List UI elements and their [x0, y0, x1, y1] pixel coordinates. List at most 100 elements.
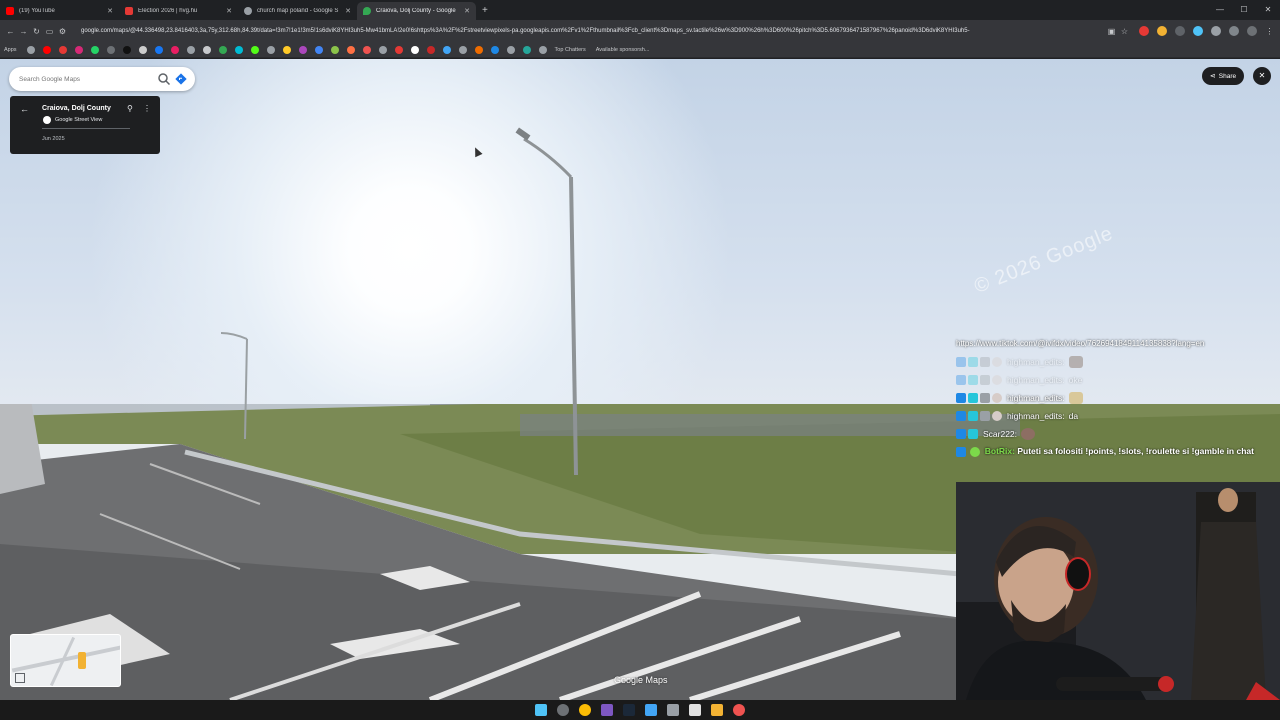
pegman-icon[interactable]	[78, 652, 86, 669]
badge-icon	[956, 411, 966, 421]
share-button[interactable]: ⋖ Share	[1202, 67, 1244, 85]
reload-button[interactable]: ↻	[30, 27, 43, 36]
back-arrow-icon[interactable]: ←	[20, 104, 29, 114]
minimap[interactable]	[10, 634, 121, 687]
bookmark-icon[interactable]	[106, 45, 115, 54]
badge-icon	[956, 375, 966, 385]
close-street-view-button[interactable]: ✕	[1253, 67, 1271, 85]
close-icon[interactable]: ✕	[464, 7, 470, 15]
location-pin-icon[interactable]: ⚲	[127, 104, 133, 113]
tab-youtube[interactable]: (19) YouTube ✕	[0, 2, 119, 20]
expand-map-icon[interactable]	[15, 673, 25, 683]
bookmark-icon[interactable]	[202, 45, 211, 54]
kick-icon[interactable]	[250, 45, 259, 54]
whatsapp-icon[interactable]	[90, 45, 99, 54]
search-box[interactable]	[9, 67, 195, 91]
maximize-button[interactable]: ☐	[1232, 0, 1256, 20]
bookmark-icon[interactable]	[474, 45, 483, 54]
profile-avatar[interactable]	[1247, 26, 1257, 36]
start-icon[interactable]	[535, 704, 547, 716]
bookmark-icon[interactable]	[378, 45, 387, 54]
bookmark-icon[interactable]	[394, 45, 403, 54]
instagram-icon[interactable]	[74, 45, 83, 54]
bookmark-top-chatters[interactable]: Top Chatters	[555, 47, 586, 53]
bookmarks-bar: Apps Top Chatters Available sponsorsh...	[0, 42, 1280, 58]
chat-text: Puteti sa folositi !points, !slots, !rou…	[1017, 446, 1254, 456]
address-text: google.com/maps/@44.336498,23.8416403,3a…	[81, 28, 970, 34]
bookmark-icon[interactable]	[426, 45, 435, 54]
bookmark-apps[interactable]: Apps	[4, 47, 17, 53]
chat-message: highman_edits: oke	[956, 371, 1278, 389]
tab-google-maps[interactable]: Craiova, Dolj County - Google ✕	[357, 2, 476, 20]
bookmark-icon[interactable]	[298, 45, 307, 54]
chrome-icon[interactable]	[579, 704, 591, 716]
search-icon[interactable]	[157, 72, 171, 86]
directions-icon[interactable]	[175, 73, 187, 85]
forward-button[interactable]: →	[17, 27, 30, 36]
close-window-button[interactable]: ✕	[1256, 0, 1280, 20]
bookmark-star-icon[interactable]: ☆	[1118, 27, 1131, 36]
address-bar[interactable]: google.com/maps/@44.336498,23.8416403,3a…	[75, 23, 1099, 39]
bookmark-icon[interactable]	[410, 45, 419, 54]
chat-username: highman_edits:	[1007, 375, 1065, 385]
bookmark-icon[interactable]	[330, 45, 339, 54]
bookmark-available-sponsorships[interactable]: Available sponsorsh...	[596, 47, 650, 53]
extension-icon[interactable]	[1139, 26, 1149, 36]
bookmark-icon[interactable]	[26, 45, 35, 54]
facebook-icon[interactable]	[154, 45, 163, 54]
install-app-icon[interactable]: ▣	[1105, 27, 1118, 36]
bookmark-icon[interactable]	[522, 45, 531, 54]
stream-chat-overlay: https://www.tiktok.com/@ivifdx/video/762…	[956, 339, 1278, 457]
bookmark-icon[interactable]	[314, 45, 323, 54]
sidebar-icon[interactable]	[1229, 26, 1239, 36]
close-icon[interactable]: ✕	[226, 7, 232, 15]
bookmark-icon[interactable]	[506, 45, 515, 54]
close-icon[interactable]: ✕	[107, 7, 113, 15]
bookmark-icon[interactable]	[362, 45, 371, 54]
tab-google-search[interactable]: church map poland - Google S ✕	[238, 2, 357, 20]
folder-icon[interactable]	[711, 704, 723, 716]
app-icon[interactable]	[601, 704, 613, 716]
bookmark-icon[interactable]	[458, 45, 467, 54]
search-icon[interactable]	[557, 704, 569, 716]
bookmark-icon[interactable]	[490, 45, 499, 54]
more-options-icon[interactable]: ⋮	[143, 104, 151, 113]
bookmark-icon[interactable]	[186, 45, 195, 54]
steam-icon[interactable]	[623, 704, 635, 716]
bookmark-icon[interactable]	[538, 45, 547, 54]
emote-icon	[1021, 428, 1036, 440]
bookmark-icon[interactable]	[282, 45, 291, 54]
tab-hvg[interactable]: Election 2026 | hvg.hu ✕	[119, 2, 238, 20]
back-button[interactable]: ←	[4, 27, 17, 36]
app-icon[interactable]	[689, 704, 701, 716]
x-icon[interactable]	[138, 45, 147, 54]
site-info-icon[interactable]: ⚙	[56, 27, 69, 36]
new-tab-button[interactable]: +	[482, 2, 488, 20]
tiktok-icon[interactable]	[122, 45, 131, 54]
app-icon[interactable]	[645, 704, 657, 716]
badge-icon	[980, 411, 990, 421]
capture-date[interactable]: Jun 2025	[42, 136, 65, 142]
extension-icon[interactable]	[1175, 26, 1185, 36]
chat-username: BotRix:	[984, 446, 1015, 456]
close-icon[interactable]: ✕	[345, 7, 351, 15]
avatar	[992, 375, 1002, 385]
bookmark-icon[interactable]	[346, 45, 355, 54]
bookmark-icon[interactable]	[170, 45, 179, 54]
bookmark-icon[interactable]	[442, 45, 451, 54]
extensions-puzzle-icon[interactable]	[1211, 26, 1221, 36]
bookmark-icon[interactable]	[234, 45, 243, 54]
bookmark-icon[interactable]	[58, 45, 67, 54]
minimize-button[interactable]: —	[1208, 0, 1232, 20]
bookmark-icon[interactable]	[218, 45, 227, 54]
extension-icon[interactable]	[1193, 26, 1203, 36]
bookmark-icon[interactable]	[266, 45, 275, 54]
app-icon[interactable]	[667, 704, 679, 716]
split-view-icon[interactable]: ▭	[43, 27, 56, 36]
badge-icon	[956, 429, 966, 439]
youtube-icon[interactable]	[42, 45, 51, 54]
menu-kebab-icon[interactable]: ⋮	[1263, 27, 1276, 36]
search-input[interactable]	[19, 75, 157, 83]
app-icon[interactable]	[733, 704, 745, 716]
extension-icon[interactable]	[1157, 26, 1167, 36]
